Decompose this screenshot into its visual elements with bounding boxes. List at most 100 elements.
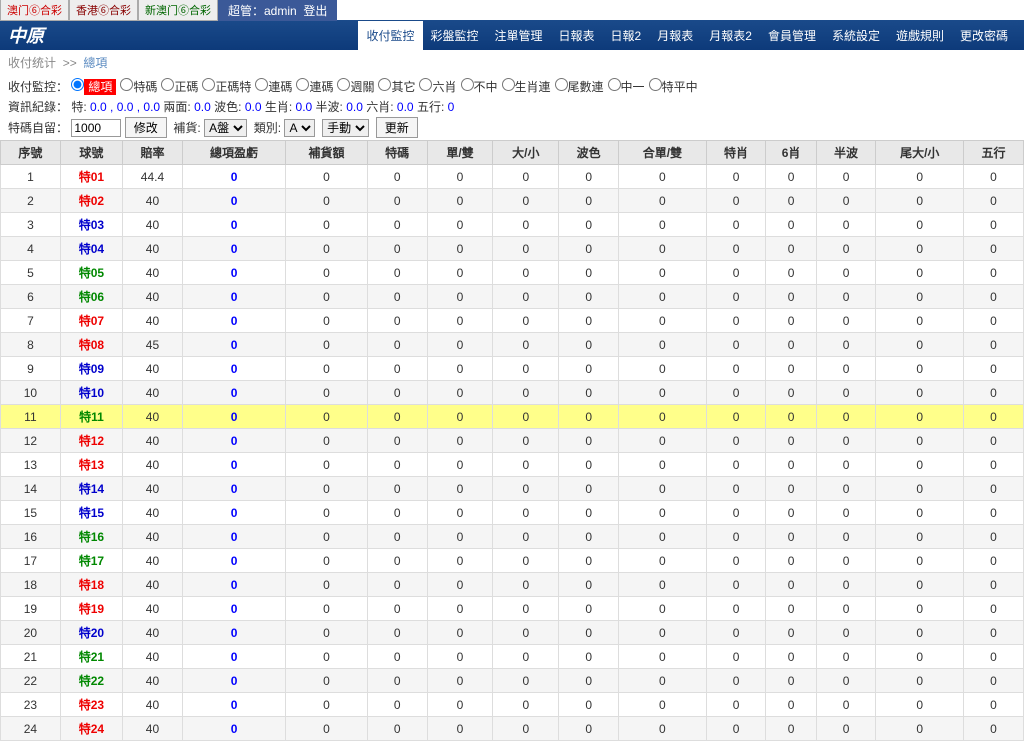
cell-val-6: 0 [619,165,707,189]
table-row[interactable]: 11特1140000000000000 [1,405,1024,429]
table-row[interactable]: 7特0740000000000000 [1,309,1024,333]
cell-val-11: 0 [964,333,1024,357]
nav-item-4[interactable]: 日報2 [603,21,650,50]
filter-radio-8[interactable]: 六肖 [419,80,456,94]
col-header-14[interactable]: 五行 [964,141,1024,165]
cell-ball: 特19 [60,597,122,621]
cell-val-2: 0 [367,549,427,573]
nav-item-7[interactable]: 會員管理 [760,21,824,50]
nav-item-0[interactable]: 收付監控 [358,21,422,50]
filter-radio-9[interactable]: 不中 [461,80,498,94]
col-header-11[interactable]: 6肖 [766,141,816,165]
logout-link[interactable]: 登出 [303,4,327,18]
bupan-select[interactable]: A盤 [204,119,247,137]
col-header-0[interactable]: 序號 [1,141,61,165]
table-row[interactable]: 21特2140000000000000 [1,645,1024,669]
table-row[interactable]: 12特1240000000000000 [1,429,1024,453]
cell-val-11: 0 [964,213,1024,237]
nav-item-1[interactable]: 彩盤監控 [423,21,487,50]
table-row[interactable]: 8特0845000000000000 [1,333,1024,357]
table-row[interactable]: 13特1340000000000000 [1,453,1024,477]
bupan-label: 補貨: [173,121,200,135]
cell-val-10: 0 [876,717,964,741]
nav-item-6[interactable]: 月報表2 [701,21,760,50]
main-nav: 收付監控彩盤監控注單管理日報表日報2月報表月報表2會員管理系統設定遊戲規則更改密… [358,21,1016,50]
cell-ball: 特15 [60,501,122,525]
table-row[interactable]: 24特2440000000000000 [1,717,1024,741]
cell-val-0: 0 [182,333,285,357]
filter-radio-7[interactable]: 其它 [378,80,415,94]
cell-val-10: 0 [876,165,964,189]
auto-value-input[interactable] [71,119,121,137]
col-header-4[interactable]: 補貨額 [286,141,368,165]
cell-seq: 9 [1,357,61,381]
table-row[interactable]: 10特1040000000000000 [1,381,1024,405]
table-row[interactable]: 1特0144.4000000000000 [1,165,1024,189]
col-header-3[interactable]: 總項盈虧 [182,141,285,165]
filter-radio-12[interactable]: 中一 [608,80,645,94]
manual-select[interactable]: 手動 [322,119,369,137]
cell-seq: 7 [1,309,61,333]
filter-radio-4[interactable]: 連碼 [255,80,292,94]
table-row[interactable]: 3特0340000000000000 [1,213,1024,237]
tab-macau[interactable]: 澳门⑥合彩 [0,0,69,21]
col-header-2[interactable]: 賠率 [123,141,183,165]
filter-radio-2[interactable]: 正碼 [161,80,198,94]
filter-radio-10[interactable]: 生肖連 [502,80,551,94]
cell-val-6: 0 [619,381,707,405]
table-row[interactable]: 5特0540000000000000 [1,261,1024,285]
cell-val-1: 0 [286,357,368,381]
breadcrumb-root[interactable]: 收付统计 [8,56,56,70]
col-header-8[interactable]: 波色 [559,141,619,165]
cell-val-5: 0 [559,285,619,309]
modify-button[interactable]: 修改 [125,117,167,138]
table-row[interactable]: 6特0640000000000000 [1,285,1024,309]
col-header-13[interactable]: 尾大/小 [876,141,964,165]
table-row[interactable]: 22特2240000000000000 [1,669,1024,693]
nav-item-10[interactable]: 更改密碼 [952,21,1016,50]
col-header-6[interactable]: 單/雙 [427,141,493,165]
filter-radio-6[interactable]: 週關 [337,80,374,94]
cell-seq: 21 [1,645,61,669]
nav-item-9[interactable]: 遊戲規則 [888,21,952,50]
nav-item-8[interactable]: 系統設定 [824,21,888,50]
table-row[interactable]: 20特2040000000000000 [1,621,1024,645]
tab-hongkong[interactable]: 香港⑥合彩 [69,0,138,21]
col-header-12[interactable]: 半波 [816,141,876,165]
nav-item-5[interactable]: 月報表 [649,21,701,50]
cell-val-9: 0 [816,333,876,357]
table-row[interactable]: 23特2340000000000000 [1,693,1024,717]
table-row[interactable]: 14特1440000000000000 [1,477,1024,501]
table-row[interactable]: 17特1740000000000000 [1,549,1024,573]
table-row[interactable]: 15特1540000000000000 [1,501,1024,525]
table-row[interactable]: 19特1940000000000000 [1,597,1024,621]
filter-radio-5[interactable]: 連碼 [296,80,333,94]
table-row[interactable]: 18特1840000000000000 [1,573,1024,597]
col-header-9[interactable]: 合單/雙 [619,141,707,165]
nav-item-3[interactable]: 日報表 [551,21,603,50]
cell-val-3: 0 [427,453,493,477]
table-row[interactable]: 2特0240000000000000 [1,189,1024,213]
cell-val-9: 0 [816,357,876,381]
filter-radio-1[interactable]: 特碼 [120,80,157,94]
filter-radio-13[interactable]: 特平中 [649,80,698,94]
col-header-7[interactable]: 大/小 [493,141,559,165]
type-select[interactable]: A [284,119,315,137]
cell-val-3: 0 [427,549,493,573]
table-row[interactable]: 9特0940000000000000 [1,357,1024,381]
col-header-10[interactable]: 特肖 [706,141,766,165]
filter-radio-0[interactable]: 總項 [71,80,116,94]
cell-val-5: 0 [559,429,619,453]
nav-item-2[interactable]: 注單管理 [487,21,551,50]
filter-radio-3[interactable]: 正碼特 [202,80,251,94]
refresh-button[interactable]: 更新 [376,117,418,138]
cell-odds: 40 [123,309,183,333]
table-row[interactable]: 4特0440000000000000 [1,237,1024,261]
filter-radio-11[interactable]: 尾數連 [555,80,604,94]
col-header-1[interactable]: 球號 [60,141,122,165]
cell-val-6: 0 [619,621,707,645]
cell-val-6: 0 [619,597,707,621]
cell-val-1: 0 [286,309,368,333]
tab-xinmacau[interactable]: 新澳门⑥合彩 [138,0,218,21]
col-header-5[interactable]: 特碼 [367,141,427,165]
